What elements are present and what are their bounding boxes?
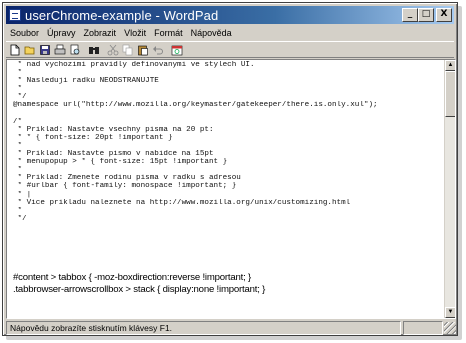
status-bar: Nápovědu zobrazíte stisknutím klávesy F1… bbox=[6, 321, 456, 335]
code-line: * menupopup > * { font-size: 15pt !impor… bbox=[13, 158, 228, 167]
code-line: * | bbox=[13, 190, 32, 199]
menu-format[interactable]: Formát bbox=[150, 28, 187, 38]
title-bar[interactable]: userChrome-example - WordPad _ □ X bbox=[6, 6, 454, 24]
css-rules-block: #content > tabbox { -moz-boxdirection:re… bbox=[13, 272, 433, 296]
code-line: * bbox=[13, 141, 23, 150]
maximize-button[interactable]: □ bbox=[418, 8, 434, 22]
menu-zobrazit[interactable]: Zobrazit bbox=[80, 28, 121, 38]
window-controls: _ □ X bbox=[402, 8, 452, 22]
code-line: * bbox=[13, 69, 23, 78]
menu-bar: Soubor Úpravy Zobrazit Vložit Formát Náp… bbox=[6, 25, 454, 40]
vertical-scrollbar[interactable]: ▲ ▼ bbox=[444, 60, 455, 318]
code-line: /* bbox=[13, 117, 23, 126]
resize-grip[interactable] bbox=[444, 322, 456, 334]
save-icon[interactable] bbox=[38, 43, 52, 56]
date-time-icon[interactable] bbox=[170, 43, 184, 56]
copy-icon[interactable] bbox=[121, 43, 135, 56]
menu-napoveda[interactable]: Nápověda bbox=[187, 28, 236, 38]
open-icon[interactable] bbox=[23, 43, 37, 56]
code-text: * nad vychozimi pravidly definovanymi ve… bbox=[13, 61, 443, 223]
cut-icon[interactable] bbox=[106, 43, 120, 56]
code-line: * bbox=[13, 166, 23, 175]
code-line: * Priklad: Nastavte pismo v nabidce na 1… bbox=[13, 150, 214, 159]
print-preview-icon[interactable] bbox=[68, 43, 82, 56]
paste-icon[interactable] bbox=[136, 43, 150, 56]
window-title: userChrome-example - WordPad bbox=[25, 7, 219, 23]
code-line: * nad vychozimi pravidly definovanymi ve… bbox=[13, 61, 255, 69]
code-line: */ bbox=[13, 93, 27, 102]
new-icon[interactable] bbox=[8, 43, 22, 56]
css-rule-line: #content > tabbox { -moz-boxdirection:re… bbox=[13, 272, 252, 283]
scroll-thumb[interactable] bbox=[445, 71, 455, 117]
css-rule-line: .tabbrowser-arrowscrollbox > stack { dis… bbox=[13, 284, 266, 295]
wordpad-app-icon[interactable] bbox=[9, 9, 21, 21]
scroll-down-arrow[interactable]: ▼ bbox=[445, 307, 455, 318]
toolbar bbox=[6, 41, 454, 58]
status-text: Nápovědu zobrazíte stisknutím klávesy F1… bbox=[6, 321, 401, 335]
undo-icon[interactable] bbox=[151, 43, 165, 56]
code-line: * Nasleduji radku NEODSTRANUJTE bbox=[13, 77, 159, 86]
menu-soubor[interactable]: Soubor bbox=[6, 28, 43, 38]
code-line: * * { font-size: 20pt !important } bbox=[13, 133, 173, 142]
wordpad-window: userChrome-example - WordPad _ □ X Soubo… bbox=[2, 2, 458, 336]
code-line: @namespace url("http://www.mozilla.org/k… bbox=[13, 101, 378, 110]
find-icon[interactable] bbox=[87, 43, 101, 56]
code-line: */ bbox=[13, 214, 27, 223]
code-line: * #urlbar { font-family: monospace !impo… bbox=[13, 182, 237, 191]
menu-upravy[interactable]: Úpravy bbox=[43, 28, 80, 38]
document-editor[interactable]: * nad vychozimi pravidly definovanymi ve… bbox=[6, 59, 456, 319]
menu-vlozit[interactable]: Vložit bbox=[120, 28, 150, 38]
print-icon[interactable] bbox=[53, 43, 67, 56]
code-line: * bbox=[13, 206, 23, 215]
code-line: * Vice prikladu naleznete na http://www.… bbox=[13, 198, 351, 207]
scroll-up-arrow[interactable]: ▲ bbox=[445, 60, 455, 71]
status-pane bbox=[403, 321, 443, 335]
minimize-button[interactable]: _ bbox=[402, 8, 418, 22]
close-button[interactable]: X bbox=[436, 8, 452, 22]
code-line: * Priklad: Nastavte vsechny pisma na 20 … bbox=[13, 125, 214, 134]
code-line: * Priklad: Zmenete rodinu pisma v radku … bbox=[13, 174, 241, 183]
code-line: * bbox=[13, 85, 23, 94]
